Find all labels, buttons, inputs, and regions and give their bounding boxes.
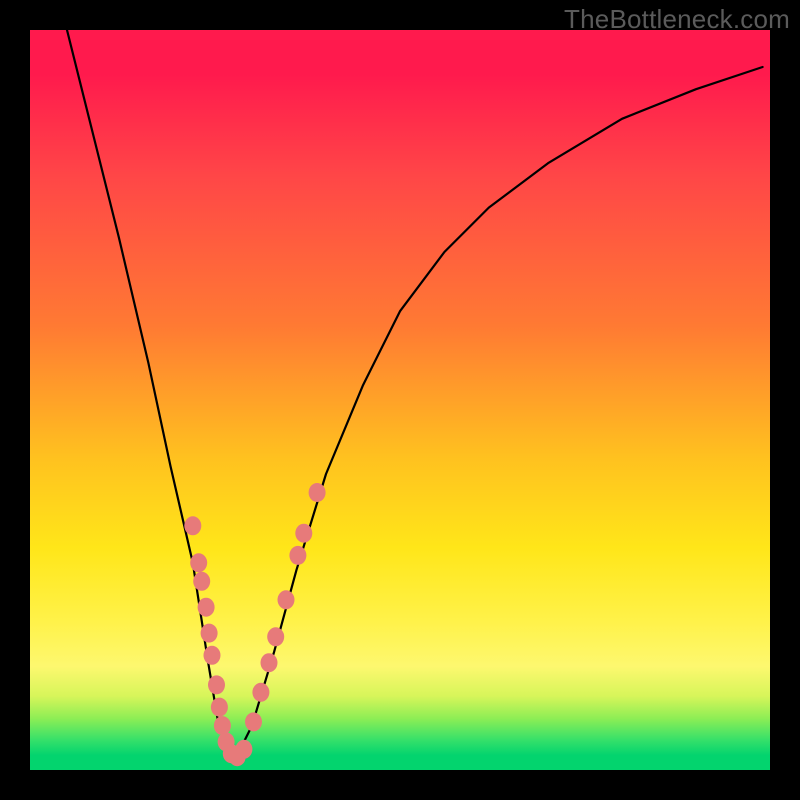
data-marker [214,716,231,735]
data-marker [208,675,225,694]
data-marker [184,516,201,535]
data-marker [235,740,252,759]
data-marker [267,627,284,646]
data-marker [278,590,295,609]
data-markers [184,483,325,766]
data-marker [261,653,278,672]
bottleneck-curve-path [67,30,763,755]
data-marker [198,598,215,617]
data-marker [289,546,306,565]
data-marker [295,524,312,543]
chart-svg [30,30,770,770]
data-marker [309,483,326,502]
data-marker [201,624,218,643]
data-marker [204,646,221,665]
plot-area [30,30,770,770]
data-marker [245,712,262,731]
data-marker [193,572,210,591]
data-marker [252,683,269,702]
data-marker [190,553,207,572]
chart-frame: TheBottleneck.com [0,0,800,800]
data-marker [211,698,228,717]
